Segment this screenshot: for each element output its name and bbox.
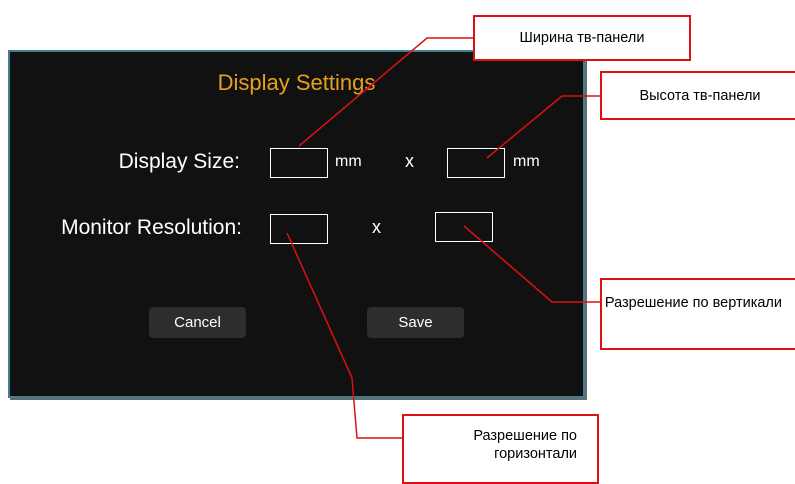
vertical-resolution-callout-text: Разрешение по вертикали [604, 295, 782, 311]
horizontal-resolution-callout-text: Разрешение по горизонтали [473, 428, 577, 462]
horizontal-resolution-input[interactable] [270, 214, 328, 244]
display-settings-dialog: Display Settings Display Size: mm x mm M… [8, 50, 585, 398]
cancel-button[interactable]: Cancel [149, 307, 246, 338]
vertical-resolution-input[interactable] [435, 212, 493, 242]
resolution-times-label: x [372, 217, 381, 237]
display-height-input[interactable] [447, 148, 505, 178]
panel-width-callout-text: Ширина тв-панели [519, 30, 645, 46]
size-times-label: x [405, 151, 414, 171]
display-width-input[interactable] [270, 148, 328, 178]
panel-height-callout: Высота тв-панели [600, 71, 795, 120]
height-unit-label: mm [513, 153, 540, 170]
panel-height-callout-text: Высота тв-панели [639, 87, 761, 104]
save-button[interactable]: Save [367, 307, 464, 338]
monitor-resolution-label: Monitor Resolution: [61, 216, 242, 239]
horizontal-resolution-callout: Разрешение по горизонтали [402, 414, 599, 484]
dialog-title: Display Settings [217, 70, 376, 95]
panel-width-callout: Ширина тв-панели [473, 15, 691, 61]
width-unit-label: mm [335, 153, 362, 170]
vertical-resolution-callout: Разрешение по вертикали [600, 278, 795, 350]
display-size-label: Display Size: [118, 150, 240, 173]
